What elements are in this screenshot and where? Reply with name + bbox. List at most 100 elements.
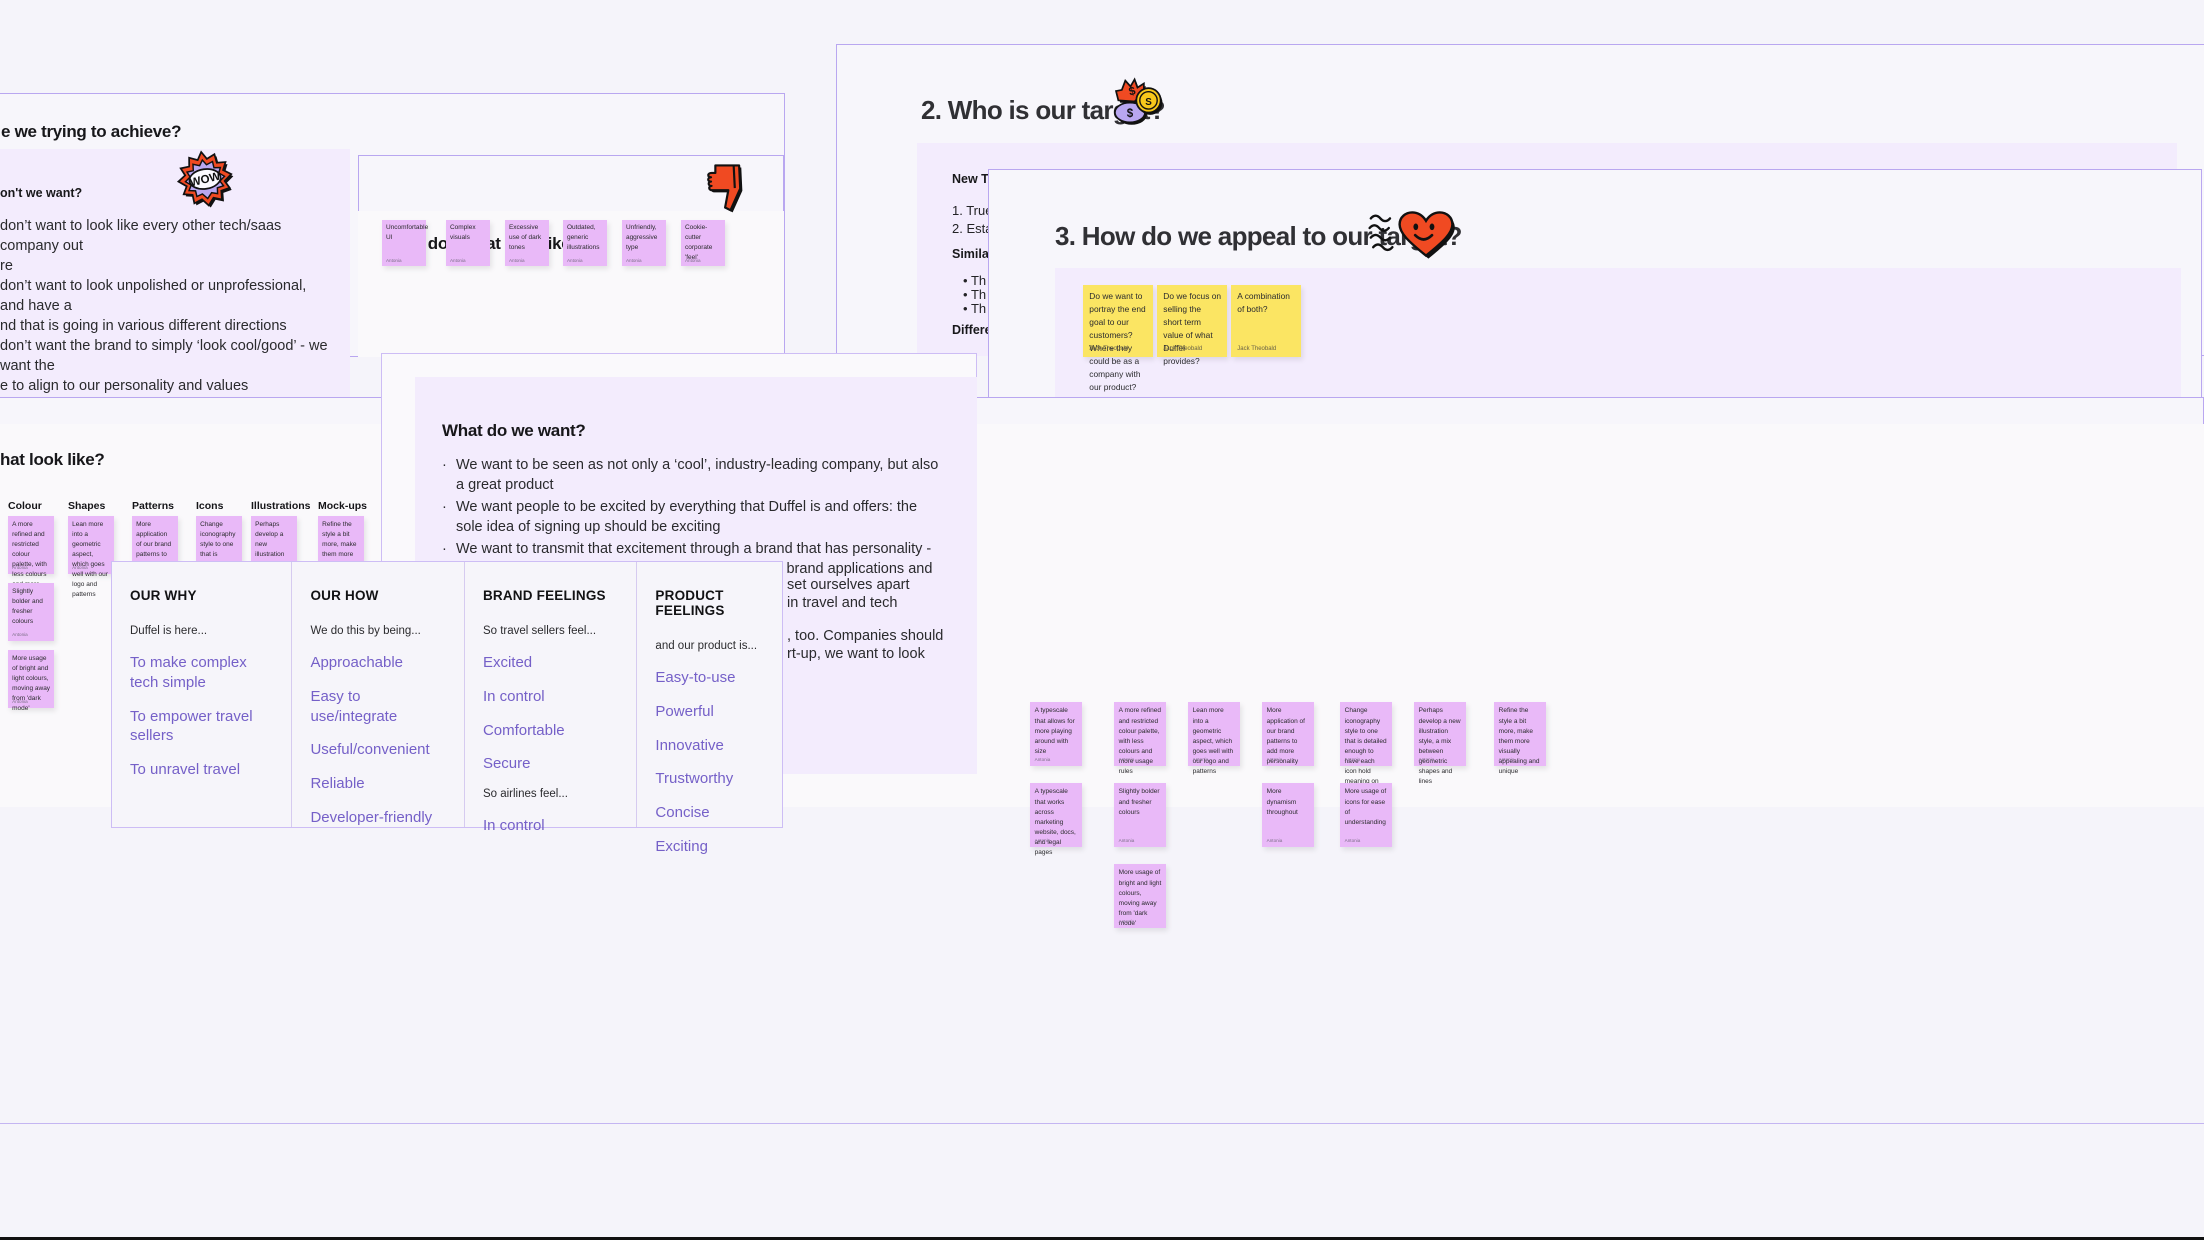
thumbs-down-sticker — [697, 160, 751, 214]
note-author: Antonia — [1266, 837, 1283, 843]
value-item[interactable]: Reliable — [310, 774, 445, 794]
value-item[interactable]: To unravel travel — [130, 760, 273, 780]
note-portray-end-goal[interactable]: Do we want to portray the end goal to ou… — [1083, 285, 1153, 392]
value-item[interactable]: Trustworthy — [655, 769, 764, 789]
bullet-dot: · — [442, 457, 447, 473]
value-item[interactable]: Useful/convenient — [310, 740, 445, 760]
note-author: Antonia — [1192, 756, 1209, 762]
column-header-colour: Colour — [8, 500, 42, 512]
note-author: Antonia — [684, 257, 701, 263]
value-item[interactable]: Secure — [483, 754, 618, 774]
note-author: Antonia — [385, 257, 402, 263]
note-refined-palette-dup[interactable]: A more refined and restricted colour pal… — [1114, 702, 1166, 775]
achieve-line: e to align to our personality and values — [0, 378, 249, 394]
column-header-shapes: Shapes — [68, 500, 106, 512]
note-text: A more refined and restricted colour pal… — [1118, 707, 1161, 775]
note-typescale-size[interactable]: A typescale that allows for more playing… — [1030, 702, 1082, 766]
value-item[interactable]: Approachable — [310, 653, 445, 673]
note-text: A combination of both? — [1237, 291, 1290, 315]
value-item[interactable]: Developer-friendly — [310, 808, 445, 828]
column-title: PRODUCT FEELINGS — [655, 588, 725, 618]
panel-target-numbered-2: 2. Esta — [952, 221, 993, 236]
value-item[interactable]: To make complex tech simple — [130, 653, 273, 693]
note-brand-patterns-dup[interactable]: More application of our brand patterns t… — [1262, 702, 1314, 766]
whiteboard-canvas[interactable]: e we trying to achieve? on't we want? do… — [0, 0, 2204, 1240]
note-text: Uncomfortable UI — [385, 224, 429, 242]
note-cookie-cutter-corporate[interactable]: Cookie-cutter corporate 'feel' Antonia — [681, 220, 725, 266]
panel-target-numbered-1: 1. True — [952, 203, 993, 218]
note-more-icons-dup[interactable]: More usage of icons for ease of understa… — [1340, 783, 1392, 847]
want-clipped-line-1: set ourselves apart — [787, 577, 910, 593]
note-text: A typescale that works across marketing … — [1034, 788, 1076, 856]
note-mockup-dup[interactable]: Refine the style a bit more, make them m… — [1494, 702, 1546, 775]
value-item[interactable]: Comfortable — [483, 721, 618, 741]
note-text: Outdated, generic illustrations — [566, 224, 600, 252]
panel-achieve-subtitle: on't we want? — [0, 186, 83, 200]
note-author: Antonia — [449, 257, 466, 263]
note-author: Antonia — [625, 257, 642, 263]
value-item[interactable]: Powerful — [655, 702, 764, 722]
note-outdated-illustrations[interactable]: Outdated, generic illustrations Antonia — [563, 220, 607, 266]
note-text: Slightly bolder and fresher colours — [12, 588, 43, 626]
column-product-feelings: PRODUCT FEELINGS and our product is... E… — [637, 562, 782, 855]
note-excessive-dark-tones[interactable]: Excessive use of dark tones Antonia — [505, 220, 549, 266]
value-item[interactable]: To empower travel sellers — [130, 707, 273, 747]
note-refined-palette[interactable]: A more refined and restricted colour pal… — [8, 516, 54, 598]
board-bottom-divider — [0, 1123, 2204, 1124]
note-geometric-aspect[interactable]: Lean more into a geometric aspect, which… — [68, 516, 114, 598]
value-item[interactable]: Innovative — [655, 736, 764, 756]
note-combination-of-both[interactable]: A combination of both? Jack Theobald — [1231, 285, 1301, 357]
want-bullet-text: We want to be seen as not only a ‘cool’,… — [456, 457, 939, 493]
column-header-icons: Icons — [196, 500, 224, 512]
column-header-illustrations: Illustrations — [251, 500, 311, 512]
value-item[interactable]: Easy-to-use — [655, 668, 764, 688]
achieve-line: don’t want the brand to simply ‘look coo… — [0, 338, 328, 374]
note-bright-light-colours[interactable]: More usage of bright and light colours, … — [8, 650, 54, 712]
column-brand-feelings: BRAND FEELINGS So travel sellers feel...… — [465, 562, 638, 834]
svg-text:$: $ — [1127, 107, 1134, 120]
note-iconography-dup[interactable]: Change iconography style to one that is … — [1340, 702, 1392, 795]
note-author: Antonia — [1266, 756, 1283, 762]
value-item[interactable]: Easy to use/integrate — [310, 687, 445, 727]
panel-brand-values-card[interactable]: OUR WHY Duffel is here... To make comple… — [111, 561, 783, 855]
note-uncomfortable-ui[interactable]: Uncomfortable UI Antonia — [382, 220, 429, 266]
value-item[interactable]: Exciting — [655, 837, 764, 857]
smiling-heart-sticker — [1366, 204, 1456, 264]
note-bolder-fresher-colours[interactable]: Slightly bolder and fresher colours Anto… — [8, 583, 54, 641]
note-author: Antonia — [1498, 756, 1515, 762]
note-text: Refine the style a bit more, make them m… — [1498, 707, 1540, 775]
panel-target-different-heading: Differe — [952, 323, 992, 337]
note-short-term-value[interactable]: Do we focus on selling the short term va… — [1157, 285, 1227, 366]
note-text: More usage of icons for ease of understa… — [1344, 788, 1387, 826]
note-unfriendly-type[interactable]: Unfriendly, aggressive type Antonia — [622, 220, 666, 266]
value-item[interactable]: Concise — [655, 803, 764, 823]
column-header-patterns: Patterns — [132, 500, 175, 512]
note-text: Lean more into a geometric aspect, which… — [72, 521, 108, 599]
note-illustration-dup[interactable]: Perhaps develop a new illustration style… — [1414, 702, 1466, 785]
column-title: OUR HOW — [310, 588, 379, 603]
note-complex-visuals[interactable]: Complex visuals Antonia — [446, 220, 490, 266]
note-text: Do we focus on selling the short term va… — [1163, 291, 1222, 367]
value-item[interactable]: Excited — [483, 653, 618, 673]
achieve-line: nd that is going in various different di… — [0, 318, 287, 334]
note-author: Antonia — [12, 631, 28, 637]
panel-want-title: What do we want? — [442, 421, 586, 440]
achieve-line: re — [0, 258, 13, 274]
svg-text:S: S — [1145, 97, 1152, 108]
value-item[interactable]: In control — [483, 816, 618, 836]
column-subtitle: and our product is... — [655, 640, 758, 652]
panel-brand-title: hat look like? — [0, 450, 105, 469]
note-geometric-dup[interactable]: Lean more into a geometric aspect, which… — [1188, 702, 1240, 775]
note-typescale-across-pages[interactable]: A typescale that works across marketing … — [1030, 783, 1082, 856]
note-bright-light-dup[interactable]: More usage of bright and light colours, … — [1114, 864, 1166, 928]
note-text: Excessive use of dark tones — [508, 224, 542, 252]
note-author: Antonia — [508, 257, 525, 263]
note-author: Jack Theobald — [1237, 345, 1277, 352]
note-text: A typescale that allows for more playing… — [1034, 707, 1075, 755]
column-subtitle: Duffel is here... — [130, 625, 208, 637]
note-bolder-fresher-dup[interactable]: Slightly bolder and fresher colours Anto… — [1114, 783, 1166, 847]
value-item[interactable]: In control — [483, 687, 618, 707]
panel-target-bullet: • Th — [963, 301, 987, 316]
panel-target-similar-heading: Simila — [952, 247, 989, 261]
note-more-dynamism-dup[interactable]: More dynamism throughout Antonia — [1262, 783, 1314, 847]
